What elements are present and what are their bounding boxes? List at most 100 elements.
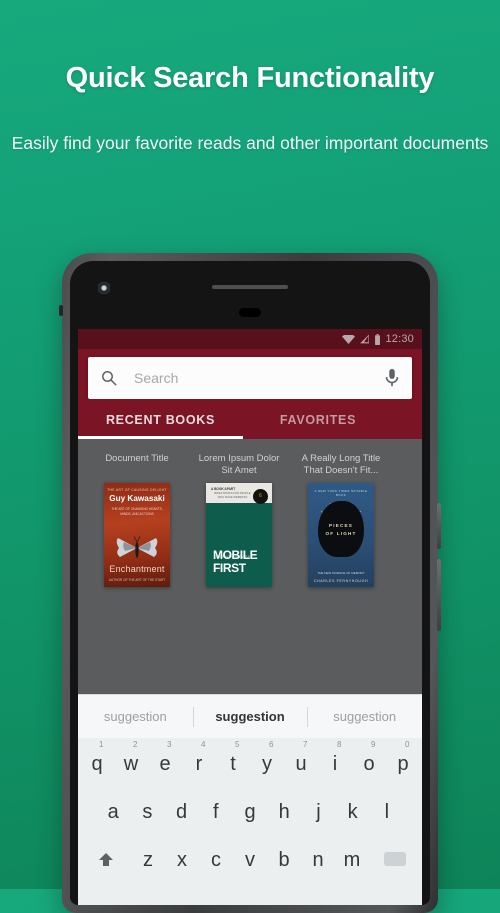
book-cover-enchantment[interactable]: THE ART OF CAUSING DELIGHT Guy Kawasaki …	[104, 483, 170, 587]
key-number: 7	[303, 740, 308, 749]
key-z[interactable]: z	[131, 838, 165, 878]
phone-screen: 12:30 RECE	[78, 329, 422, 905]
battery-icon	[375, 333, 381, 345]
virtual-keyboard[interactable]: 1q 2w 3e 4r 5t 6y 7u 8i 9o 0p a s d f g	[78, 738, 422, 878]
key-number: 6	[269, 740, 274, 749]
key-d[interactable]: d	[164, 790, 198, 830]
book-cover-mobile-first[interactable]: A BOOK APART BRIEF BOOKS FOR PEOPLE WHO …	[206, 483, 272, 587]
cover-title-line2: OF LIGHT	[325, 531, 357, 536]
key-e[interactable]: 3e	[148, 740, 182, 782]
book-item[interactable]: Lorem Ipsum Dolor Sit Amet A BOOK APART …	[198, 453, 280, 587]
key-b[interactable]: b	[267, 838, 301, 878]
phone-bezel: 12:30 RECE	[70, 261, 430, 905]
tab-favorites[interactable]: FAVORITES	[243, 405, 393, 439]
key-letter: i	[332, 753, 338, 775]
book-item[interactable]: A Really Long Title That Doesn't Fit... …	[300, 453, 382, 587]
book-item[interactable]: Document Title THE ART OF CAUSING DELIGH…	[96, 453, 178, 587]
cover-blurb: THE ART OF CHANGING HEARTS, MINDS, AND A…	[111, 507, 163, 516]
earpiece-speaker-icon	[212, 285, 288, 289]
suggestion-item[interactable]: suggestion	[307, 695, 422, 739]
key-number: 2	[133, 740, 138, 749]
content-scrim: Document Title THE ART OF CAUSING DELIGH…	[78, 439, 422, 694]
key-letter: w	[123, 753, 139, 775]
keyboard-row-2: a s d f g h j k l	[78, 790, 422, 830]
backspace-shape	[383, 852, 406, 866]
key-letter: u	[295, 753, 307, 775]
cover-badge: 6	[253, 489, 268, 504]
key-g[interactable]: g	[233, 790, 267, 830]
search-input[interactable]	[118, 370, 384, 386]
key-m[interactable]: m	[335, 838, 369, 878]
tab-bar[interactable]: RECENT BOOKS FAVORITES DOCUMENTS	[78, 399, 422, 439]
moth-illustration-icon	[116, 536, 158, 558]
key-w[interactable]: 2w	[114, 740, 148, 782]
key-letter: t	[230, 753, 236, 775]
microphone-icon[interactable]	[384, 368, 400, 388]
key-number: 4	[201, 740, 206, 749]
key-y[interactable]: 6y	[250, 740, 284, 782]
key-o[interactable]: 9o	[352, 740, 386, 782]
key-p[interactable]: 0p	[386, 740, 420, 782]
key-l[interactable]: l	[370, 790, 404, 830]
wifi-icon	[342, 334, 356, 344]
key-x[interactable]: x	[165, 838, 199, 878]
cover-main-title: Enchantment	[109, 564, 165, 574]
key-v[interactable]: v	[233, 838, 267, 878]
cover-main-title: MOBILE FIRST	[213, 548, 258, 575]
cover-band-line1: A BOOK APART	[211, 487, 236, 491]
key-i[interactable]: 8i	[318, 740, 352, 782]
search-bar[interactable]	[88, 357, 412, 399]
key-n[interactable]: n	[301, 838, 335, 878]
suggestion-item[interactable]: suggestion	[192, 695, 308, 739]
key-letter: p	[397, 753, 409, 775]
proximity-sensor-icon	[239, 308, 261, 317]
app-bar	[78, 349, 422, 399]
cover-author: CHARLES FERNYHOUGH	[313, 579, 369, 583]
cover-title-line1: PIECES	[328, 523, 354, 528]
key-number: 9	[371, 740, 376, 749]
book-shelf: Document Title THE ART OF CAUSING DELIGH…	[78, 439, 422, 587]
promo-header: Quick Search Functionality Easily find y…	[0, 0, 500, 157]
phone-mockup: 12:30 RECE	[59, 253, 441, 913]
key-number: 3	[167, 740, 172, 749]
key-letter: r	[195, 753, 203, 775]
suggestion-bar[interactable]: suggestion suggestion suggestion	[78, 694, 422, 738]
page-subtitle: Easily find your favorite reads and othe…	[11, 133, 489, 153]
phone-left-nub	[59, 305, 63, 316]
key-letter: e	[159, 753, 171, 775]
page-title: Quick Search Functionality	[65, 62, 435, 94]
key-h[interactable]: h	[267, 790, 301, 830]
cover-band-line2: BRIEF BOOKS FOR PEOPLE WHO MAKE WEBSITES	[214, 492, 251, 499]
key-number: 0	[405, 740, 410, 749]
shift-key-icon[interactable]	[80, 838, 131, 878]
power-button[interactable]	[437, 503, 441, 549]
book-title: Lorem Ipsum Dolor Sit Amet	[198, 453, 280, 476]
tab-documents[interactable]: DOCUMENTS	[393, 405, 422, 439]
book-cover-pieces-of-light[interactable]: A NEW YORK TIMES NOTABLE BOOK PIECES OF …	[308, 483, 374, 587]
key-letter: q	[91, 753, 103, 775]
head-shape	[318, 501, 364, 557]
backspace-key-icon[interactable]	[369, 838, 420, 878]
key-number: 1	[99, 740, 104, 749]
key-f[interactable]: f	[199, 790, 233, 830]
key-u[interactable]: 7u	[284, 740, 318, 782]
key-q[interactable]: 1q	[80, 740, 114, 782]
suggestion-item[interactable]: suggestion	[78, 695, 193, 739]
key-j[interactable]: j	[301, 790, 335, 830]
cover-top-line: A NEW YORK TIMES NOTABLE BOOK	[314, 489, 368, 497]
key-a[interactable]: a	[96, 790, 130, 830]
keyboard-row-3: z x c v b n m	[78, 838, 422, 878]
book-title: A Really Long Title That Doesn't Fit...	[301, 453, 381, 476]
cover-author: Guy Kawasaki	[109, 494, 165, 503]
magnifier-icon[interactable]	[100, 369, 118, 387]
key-c[interactable]: c	[199, 838, 233, 878]
key-r[interactable]: 4r	[182, 740, 216, 782]
status-bar-time: 12:30	[385, 333, 414, 345]
key-number: 8	[337, 740, 342, 749]
volume-button[interactable]	[437, 559, 441, 631]
tab-recent-books[interactable]: RECENT BOOKS	[78, 405, 243, 439]
key-k[interactable]: k	[336, 790, 370, 830]
key-t[interactable]: 5t	[216, 740, 250, 782]
signal-icon	[360, 334, 370, 344]
key-s[interactable]: s	[130, 790, 164, 830]
